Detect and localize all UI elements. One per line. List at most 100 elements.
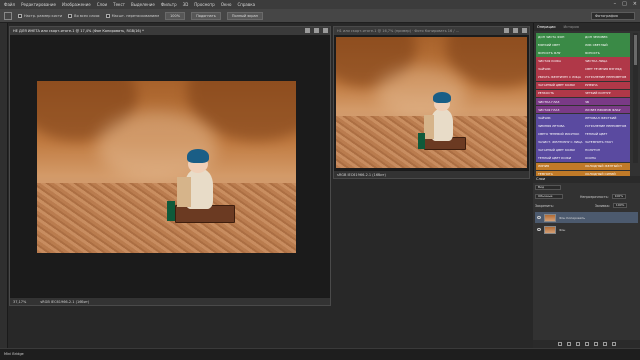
folder-icon[interactable]: [593, 342, 598, 346]
mini-bridge-tab[interactable]: Mini Bridge: [0, 348, 640, 360]
action-button[interactable]: ЗИМНЯЯ ЛЕТОВА: [536, 124, 583, 128]
scrubby-zoom-label: Масшт. перетаскиванием: [111, 13, 160, 18]
minimize-icon[interactable]: [305, 28, 310, 33]
action-row: ЛИНИЯ ХОЛОДНЫЙ ЖЕЛТЫЙ Н: [536, 162, 630, 171]
tools-panel[interactable]: [0, 23, 8, 348]
layer-thumbnail: [544, 213, 556, 222]
action-button[interactable]: ЛИ БЕЗ ЕЖИРОВ ФЛАУ: [583, 108, 630, 112]
action-button[interactable]: ТЕПЛЫЙ ЦВЕТ КОЖИ: [536, 156, 583, 160]
action-button[interactable]: ЧИСТКА ЛИЦА: [583, 59, 630, 63]
layers-panel-title[interactable]: Слои: [533, 176, 640, 183]
action-button[interactable]: ДОН ЧИСТА ФОН: [536, 35, 583, 39]
all-windows-option[interactable]: Во всех слоях: [68, 13, 100, 18]
color-profile: sRGB IEC61966-2.1 (16бит): [40, 299, 90, 304]
action-button[interactable]: ХОЛОДНЫЙ ЖЕЛТЫЙ Н: [583, 164, 630, 168]
layer-kind-select[interactable]: Вид: [535, 185, 561, 190]
document-canvas[interactable]: [334, 35, 529, 170]
action-button[interactable]: ЛИК СВЕТЛЫЙ: [583, 43, 630, 47]
link-icon[interactable]: [557, 342, 562, 346]
action-button[interactable]: ДОН ЧЕЛОВЕК: [583, 35, 630, 39]
blend-mode-select[interactable]: Обычные: [535, 194, 563, 199]
document-tab-title[interactable]: НЕ ДЛЯ ИНЕТА или скорт-итоге-1 @ 17,4% (…: [10, 27, 330, 35]
action-button[interactable]: ЛЕТОВАЛ ЖЕСТКИЙ: [583, 116, 630, 120]
layer-row[interactable]: Фон Копировать: [535, 212, 638, 223]
maximize-icon[interactable]: □: [622, 1, 627, 7]
action-button[interactable]: ТЕПЛЫЙ ЦВЕТ: [583, 132, 630, 136]
document-canvas[interactable]: [10, 35, 330, 297]
menu-item[interactable]: Окно: [221, 2, 232, 7]
action-button[interactable]: ЧИСТКА ГЛАЗ: [536, 100, 583, 104]
action-button[interactable]: ЗАГАРНЫЙ ЦВЕТ КОЖИ: [536, 83, 583, 87]
action-button[interactable]: ПОЛУТОН: [583, 148, 630, 152]
layer-row[interactable]: Фон: [535, 224, 638, 235]
action-button[interactable]: ЧБ: [583, 100, 630, 104]
action-button[interactable]: УСТРАНЕНИЕ ПЕРЕСВЕТОВ: [583, 124, 630, 128]
action-row: ЗИМНЯЯ ЛЕТОВА УСТРАНЕНИЕ ПЕРЕСВЕТОВ: [536, 122, 630, 130]
action-button[interactable]: СВЕТО ТЕНЕВОЙ РИСУНОК: [536, 132, 583, 136]
resize-windows-option[interactable]: Настр. размер кисти: [18, 13, 63, 18]
adjustment-icon[interactable]: [584, 342, 589, 346]
maximize-icon[interactable]: [314, 28, 319, 33]
new-layer-icon[interactable]: [602, 342, 607, 346]
menu-item[interactable]: Справка: [237, 2, 255, 7]
opacity-input[interactable]: 100%: [611, 194, 627, 199]
zoom-100-button[interactable]: 100%: [165, 11, 186, 20]
color-profile: sRGB IEC61966-2.1 (16бит): [337, 172, 386, 177]
menu-item[interactable]: Файл: [4, 2, 15, 7]
menu-item[interactable]: Слои: [97, 2, 107, 7]
actions-list: ДОН ЧИСТА ФОН ДОН ЧЕЛОВЕК МЯГКИЙ СВЕТ ЛИК С…: [536, 33, 630, 195]
menu-item[interactable]: 3D: [183, 2, 189, 7]
fx-icon[interactable]: [566, 342, 571, 346]
zoom-level[interactable]: 37,17%: [13, 300, 26, 304]
close-icon[interactable]: [522, 28, 527, 33]
fit-screen-button[interactable]: Подогнать: [191, 11, 221, 20]
document-tab-title[interactable]: Н1 или скорт-итоге-1 @ 16,7% (пример) · …: [334, 27, 529, 35]
action-button[interactable]: ЗАТЕМНИТЬ ГРАН: [583, 140, 630, 144]
action-button[interactable]: ЛИНИЯ: [536, 164, 583, 168]
actions-scrollbar[interactable]: [633, 33, 638, 163]
action-button[interactable]: ЗАГАРНЫЙ ЦВЕТ КОЖИ: [536, 148, 583, 152]
fill-input[interactable]: 100%: [612, 203, 628, 208]
fill-screen-button[interactable]: Полный экран: [226, 11, 263, 20]
action-button[interactable]: ЧИСТАЯ КОЖА: [536, 59, 583, 63]
scrubby-zoom-option[interactable]: Масшт. перетаскиванием: [105, 13, 160, 18]
action-button[interactable]: РУМЯНА: [583, 83, 630, 87]
action-button[interactable]: СВЕТ ТЕЧЕНИЯ ВЗГЛЯД: [583, 67, 630, 71]
menu-item[interactable]: Редактирование: [21, 2, 56, 7]
menu-item[interactable]: Просмотр: [194, 2, 215, 7]
document-window-main[interactable]: НЕ ДЛЯ ИНЕТА или скорт-итоге-1 @ 17,4% (…: [9, 26, 331, 306]
close-icon[interactable]: [323, 28, 328, 33]
document-window-secondary[interactable]: Н1 или скорт-итоге-1 @ 16,7% (пример) · …: [333, 26, 530, 179]
visibility-eye-icon[interactable]: [537, 216, 541, 219]
minimize-icon[interactable]: [504, 28, 509, 33]
action-button[interactable]: ЧИСТАЯ ГЛАЗ: [536, 108, 583, 112]
action-row: ЧИСТАЯ ГЛАЗ ЛИ БЕЗ ЕЖИРОВ ФЛАУ: [536, 105, 630, 114]
zoom-tool-icon[interactable]: [4, 11, 12, 20]
close-icon[interactable]: ×: [633, 1, 637, 7]
action-button[interactable]: МЯГКИЙ СВЕТ: [536, 43, 583, 47]
menu-item[interactable]: Изображение: [62, 2, 91, 7]
action-button[interactable]: РЕЗКОСТЬ: [536, 91, 583, 95]
trash-icon[interactable]: [611, 342, 616, 346]
action-button[interactable]: ЗАЙЧИК: [536, 116, 583, 120]
workspace-select[interactable]: Фотография: [591, 12, 635, 20]
action-row: ЗАГАРНЫЙ ЦВЕТ КОЖИ ПОЛУТОН: [536, 146, 630, 154]
action-button[interactable]: ЗАЧИСТ. ЖЕЛТИЗНУ С ЛИЦА: [536, 140, 583, 144]
mask-icon[interactable]: [575, 342, 580, 346]
tab-actions[interactable]: Операции: [537, 25, 556, 29]
action-button[interactable]: ЗАЙЧИК: [536, 67, 583, 71]
action-button[interactable]: ОСИНА: [583, 156, 630, 160]
resize-windows-label: Настр. размер кисти: [24, 13, 63, 18]
visibility-eye-icon[interactable]: [537, 228, 541, 231]
menu-item[interactable]: Текст: [113, 2, 125, 7]
maximize-icon[interactable]: [513, 28, 518, 33]
menu-item[interactable]: Фильтр: [161, 2, 177, 7]
tab-history[interactable]: История: [564, 25, 579, 29]
action-button[interactable]: УБРАТЬ ЖЕЛТИЗНУ С ЛИЦА: [536, 75, 583, 79]
menu-item[interactable]: Выделение: [131, 2, 155, 7]
action-button[interactable]: ЯСНОСТЬ: [583, 51, 630, 55]
action-button[interactable]: ЧЕТКИЙ КОНТУР: [583, 91, 630, 95]
action-button[interactable]: УСТРАНЕНИЕ ПЕРЕСВЕТОВ: [583, 75, 630, 79]
minimize-icon[interactable]: –: [614, 1, 617, 7]
action-button[interactable]: ЯСНОСТЬ ФЛУ: [536, 51, 583, 55]
